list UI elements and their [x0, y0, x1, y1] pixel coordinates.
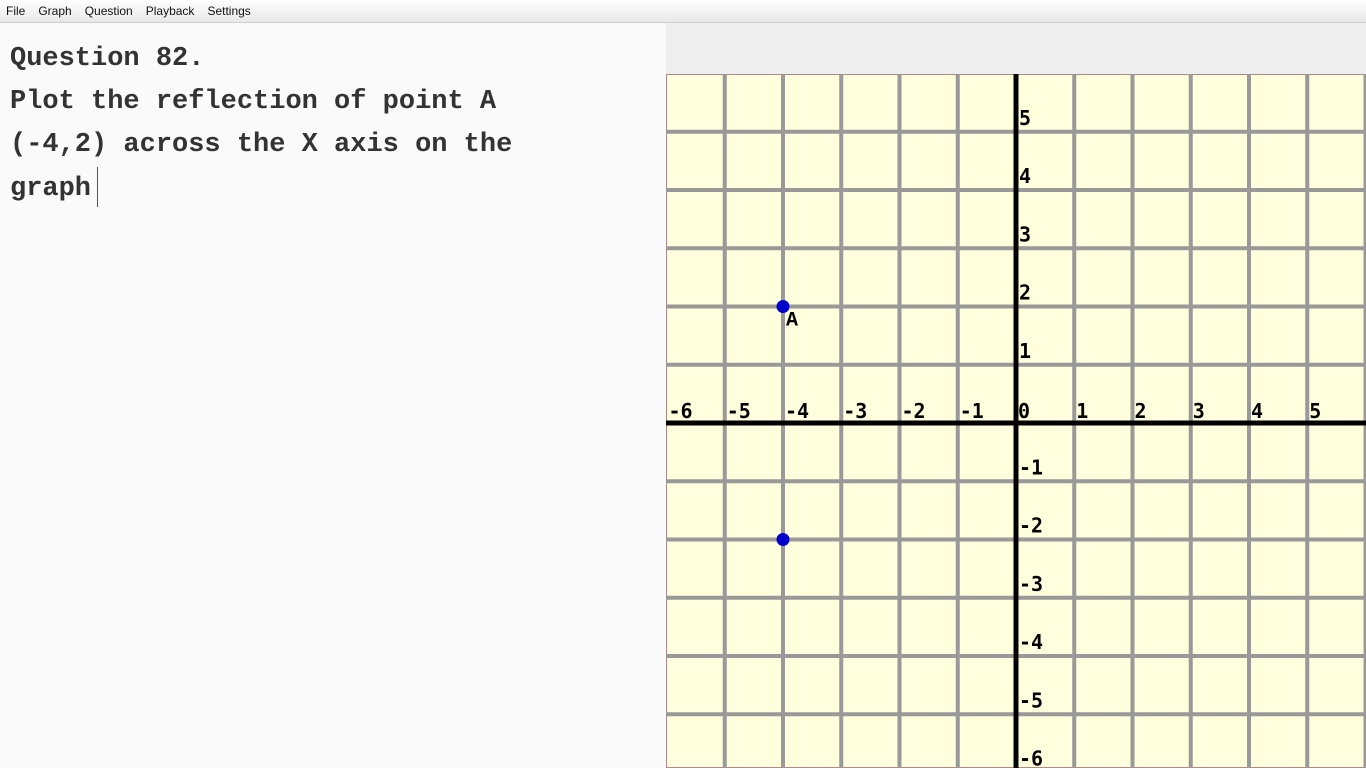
y-tick-label: -5	[1019, 688, 1043, 712]
y-tick-label: 4	[1019, 164, 1031, 188]
y-tick-label: -6	[1019, 747, 1043, 768]
y-tick-label: 3	[1019, 222, 1031, 246]
menu-settings[interactable]: Settings	[201, 0, 256, 22]
x-tick-label: 4	[1251, 399, 1263, 423]
plotted-point[interactable]	[776, 533, 790, 546]
point-label: A	[786, 310, 798, 333]
x-tick-label: -3	[843, 399, 867, 423]
menu-file[interactable]: File	[0, 0, 31, 22]
x-tick-label: -6	[669, 399, 693, 423]
y-tick-label: -3	[1019, 572, 1043, 596]
x-tick-label: -2	[902, 399, 926, 423]
y-tick-label: -1	[1019, 455, 1043, 479]
menu-bar: File Graph Question Playback Settings	[0, 0, 1366, 23]
question-line: (-4,2) across the X axis on the	[10, 130, 513, 160]
y-tick-label: 1	[1019, 339, 1031, 363]
question-line: Plot the reflection of point A	[10, 87, 497, 117]
x-tick-label: 2	[1135, 399, 1147, 423]
graph-header-area	[666, 23, 1366, 74]
text-caret	[97, 167, 99, 207]
x-tick-label: 0	[1018, 399, 1030, 423]
question-text[interactable]: Question 82. Plot the reflection of point…	[10, 38, 650, 211]
x-tick-label: -5	[727, 399, 751, 423]
question-title: Question 82.	[10, 44, 205, 74]
x-tick-label: -1	[960, 399, 984, 423]
y-tick-label: 2	[1019, 281, 1031, 305]
menu-question[interactable]: Question	[79, 0, 139, 22]
x-tick-label: -4	[785, 399, 809, 423]
x-tick-label: 3	[1193, 399, 1205, 423]
y-tick-label: -4	[1019, 630, 1043, 654]
menu-graph[interactable]: Graph	[32, 0, 77, 22]
menu-playback[interactable]: Playback	[140, 0, 201, 22]
coordinate-graph[interactable]: -6 -5 -4 -3 -2 -1 0 1 2 3 4 5 5 4 3 2 1 -1 -2 -3 -4 -5 -6 A	[666, 74, 1366, 768]
x-tick-label: 1	[1076, 399, 1088, 423]
question-line: graph	[10, 174, 92, 204]
y-tick-label: -2	[1019, 514, 1043, 538]
y-tick-label: 5	[1019, 106, 1031, 130]
x-tick-label: 5	[1309, 399, 1321, 423]
